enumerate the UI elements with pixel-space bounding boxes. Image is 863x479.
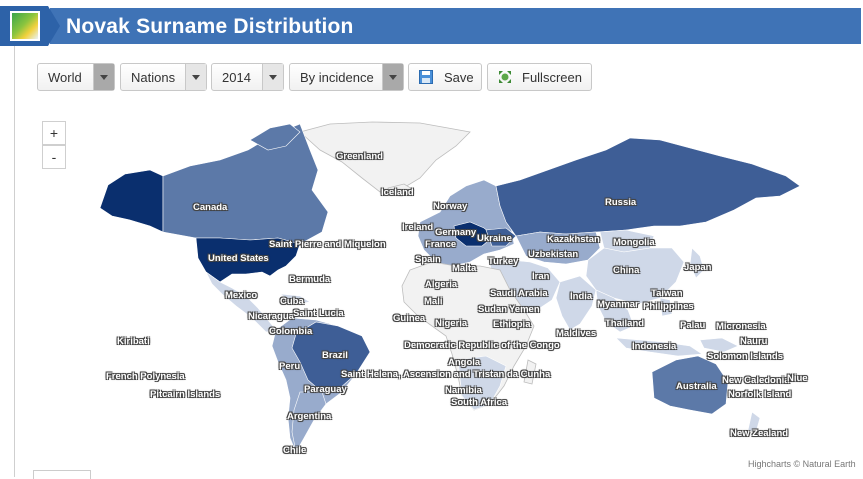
country-label[interactable]: Ethiopia [493,319,530,330]
country-label[interactable]: Norway [433,201,467,212]
region-russia [495,137,801,237]
country-label[interactable]: Brazil [322,350,348,361]
region-greenland [299,121,471,193]
country-label[interactable]: Palau [680,320,705,331]
country-label[interactable]: Sudan [478,304,507,315]
country-label[interactable]: Argentina [287,411,331,422]
country-label[interactable]: Nauru [740,336,767,347]
app-root: Novak Surname Distribution World Nations… [0,0,863,479]
country-label[interactable]: Cuba [280,296,304,307]
country-label[interactable]: Germany [435,227,476,238]
country-label[interactable]: Nicaragua [248,311,294,322]
country-label[interactable]: Turkey [488,256,518,267]
country-label[interactable]: Nigeria [435,318,467,329]
country-label[interactable]: Japan [684,262,711,273]
country-label[interactable]: Yemen [509,304,540,315]
region-canada [162,123,329,245]
country-label[interactable]: Malta [452,263,476,274]
country-label[interactable]: French Polynesia [106,371,185,382]
country-label[interactable]: France [425,239,456,250]
region-alaska [99,169,164,233]
country-label[interactable]: Guinea [393,313,425,324]
country-label[interactable]: Uzbekistan [528,249,578,260]
region-new-guinea [699,337,739,353]
country-label[interactable]: Democratic Republic of the Congo [404,340,560,351]
country-label[interactable]: Paraguay [304,384,347,395]
country-label[interactable]: Philippines [643,301,694,312]
country-label[interactable]: Maldives [556,328,596,339]
country-label[interactable]: Kiribati [117,336,150,347]
country-label[interactable]: China [613,265,639,276]
country-label[interactable]: Angola [448,357,480,368]
country-label[interactable]: New Caledonia [722,375,790,386]
country-label[interactable]: Taiwan [651,288,683,299]
map-credit[interactable]: Highcharts © Natural Earth [748,459,856,469]
country-label[interactable]: Greenland [336,151,383,162]
country-label[interactable]: Bermuda [289,274,330,285]
country-label[interactable]: Pitcairn Islands [150,389,220,400]
country-label[interactable]: Micronesia [716,321,766,332]
country-label[interactable]: Iceland [381,187,414,198]
country-label[interactable]: United States [208,253,269,264]
country-label[interactable]: Ukraine [477,233,512,244]
country-label[interactable]: Russia [605,197,636,208]
country-label[interactable]: Mexico [225,290,257,301]
country-label[interactable]: Niue [787,373,808,384]
country-label[interactable]: Saudi Arabia [490,288,548,299]
country-label[interactable]: India [570,291,592,302]
region-mexico [205,271,277,333]
region-argentina [291,391,327,453]
country-label[interactable]: South Africa [451,397,507,408]
bottom-tab[interactable] [33,470,91,479]
country-label[interactable]: Mali [424,296,442,307]
country-label[interactable]: Algeria [425,279,457,290]
country-label[interactable]: Spain [415,254,441,265]
country-label[interactable]: Kazakhstan [547,234,600,245]
country-label[interactable]: Iran [532,271,549,282]
country-label[interactable]: Namibia [445,385,482,396]
country-label[interactable]: Solomon Islands [707,351,783,362]
country-label[interactable]: Ireland [402,222,433,233]
country-label[interactable]: Thailand [605,318,644,329]
country-label[interactable]: Norfolk Island [728,389,791,400]
country-label[interactable]: Peru [279,361,300,372]
country-label[interactable]: Indonesia [632,341,676,352]
country-label[interactable]: Mongolia [613,237,655,248]
country-label[interactable]: Australia [676,381,717,392]
region-india [555,275,597,331]
country-label[interactable]: Colombia [269,326,312,337]
country-label[interactable]: Canada [193,202,227,213]
country-label[interactable]: New Zealand [730,428,788,439]
country-label[interactable]: Myanmar [597,299,639,310]
country-label[interactable]: Saint Helena, Ascension and Tristan da C… [341,369,550,380]
country-label[interactable]: Chile [283,445,306,456]
country-label[interactable]: Saint Pierre and Miquelon [269,239,386,250]
country-label[interactable]: Saint Lucia [293,308,344,319]
